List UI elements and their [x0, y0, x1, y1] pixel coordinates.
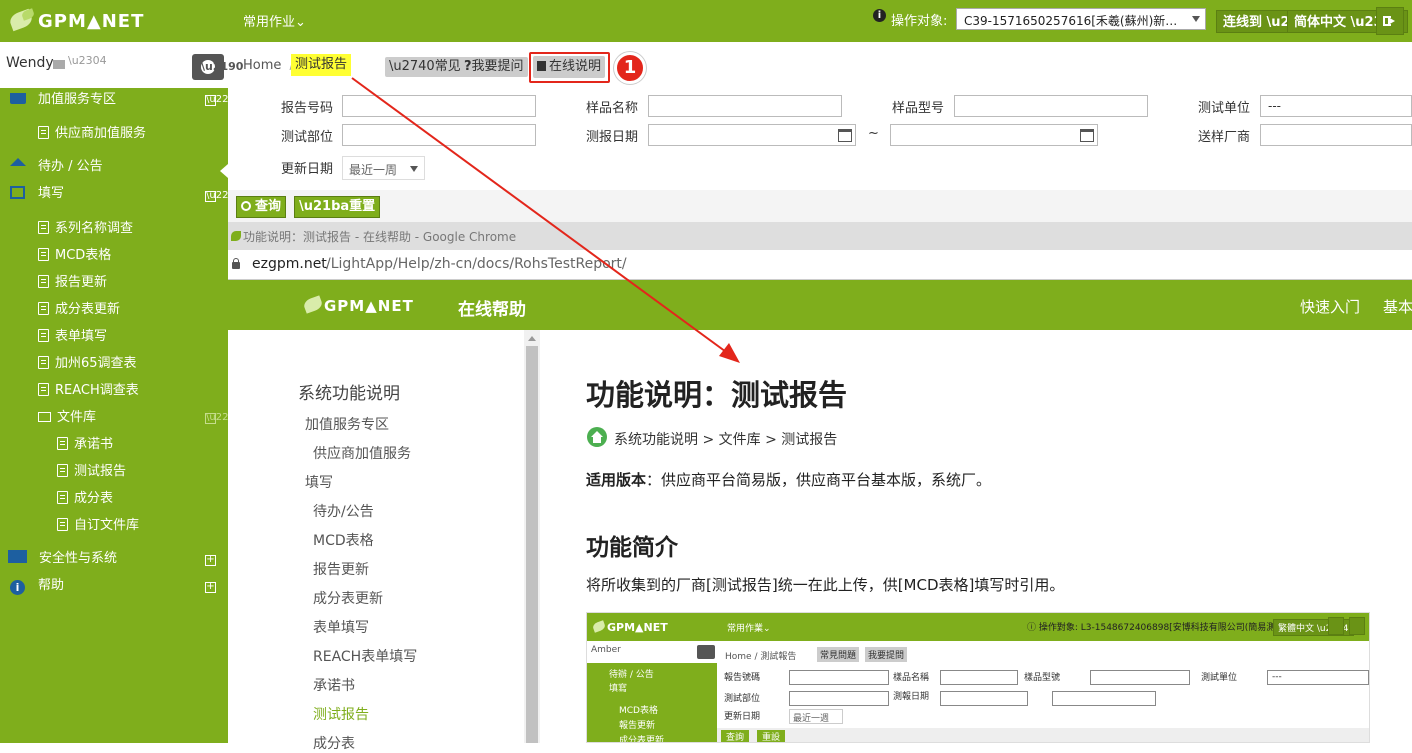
annotation-arrow-line — [351, 77, 734, 358]
annotation-arrow — [351, 77, 740, 363]
annotation-arrowhead-icon — [719, 343, 740, 363]
